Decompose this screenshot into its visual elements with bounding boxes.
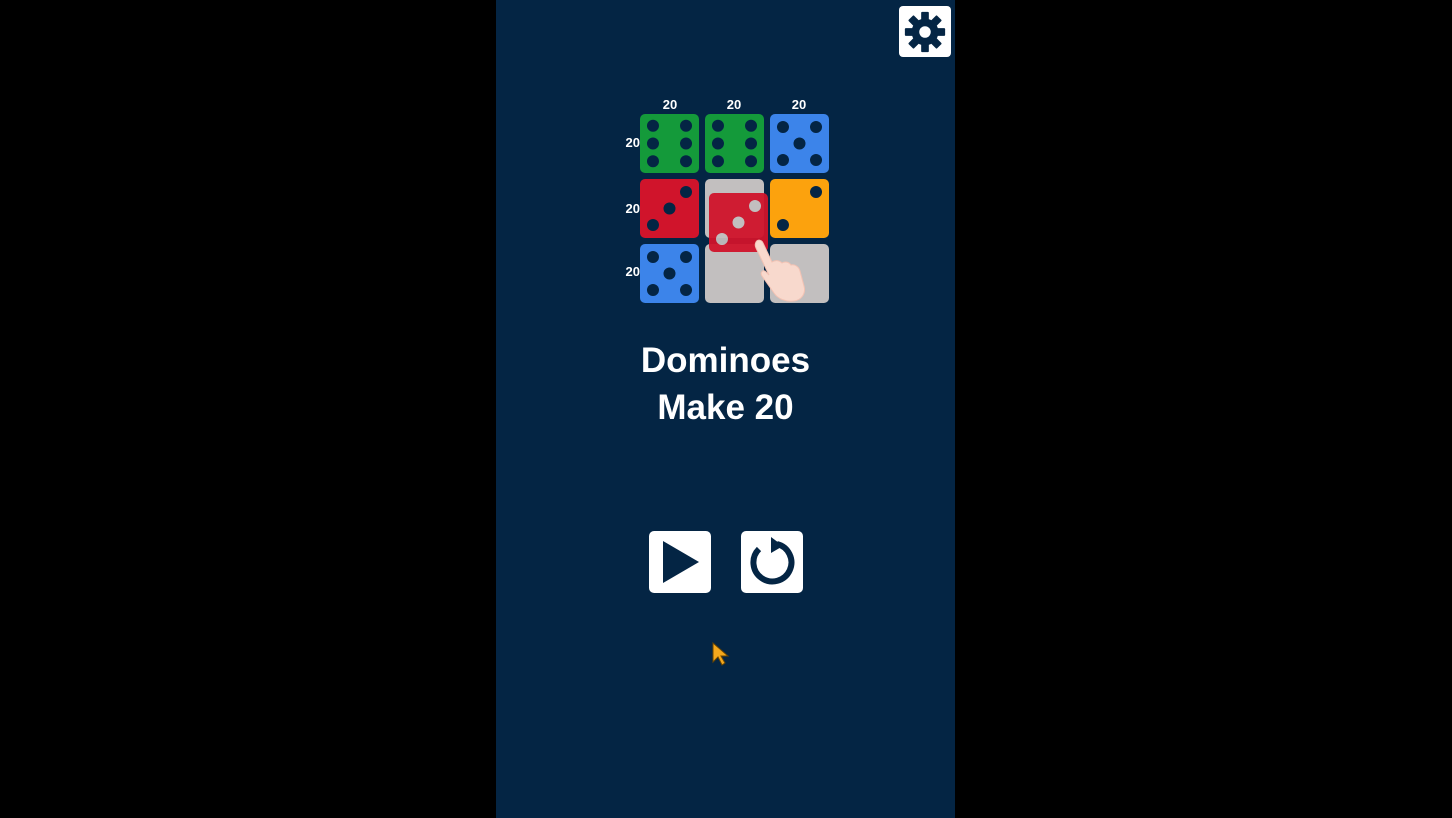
die-face — [705, 114, 764, 173]
tutorial-hand-icon — [754, 239, 805, 302]
pip — [663, 202, 676, 215]
title-line-2: Make 20 — [657, 388, 794, 427]
settings-button[interactable] — [899, 6, 951, 57]
pip — [732, 216, 745, 229]
die-face — [770, 114, 829, 173]
pip — [663, 267, 676, 280]
restart-button[interactable] — [741, 531, 803, 593]
pip — [711, 137, 724, 150]
pip — [646, 119, 659, 132]
tile-r1-c3[interactable] — [770, 114, 829, 173]
pip — [646, 155, 659, 168]
pip — [711, 155, 724, 168]
play-button[interactable] — [649, 531, 711, 593]
pip — [776, 120, 789, 133]
play-icon — [663, 541, 699, 583]
tile-r2-c1[interactable] — [640, 179, 699, 238]
gear-icon — [904, 11, 946, 52]
pip — [793, 137, 806, 150]
pip — [810, 154, 823, 167]
pip — [711, 119, 724, 132]
die-face — [640, 179, 699, 238]
pip — [680, 119, 693, 132]
row-sum-1: 20 — [625, 135, 640, 150]
row-sum-2: 20 — [625, 201, 640, 216]
restart-icon — [750, 537, 795, 585]
pip — [646, 250, 659, 263]
die-face — [640, 114, 699, 173]
pip — [745, 119, 758, 132]
pip — [680, 137, 693, 150]
tile-r2-c3[interactable] — [770, 179, 829, 238]
tile-r1-c2[interactable] — [705, 114, 764, 173]
pip — [776, 154, 789, 167]
pip — [646, 284, 659, 297]
pip — [646, 219, 659, 232]
pip — [745, 155, 758, 168]
pip — [715, 233, 728, 246]
pip — [680, 250, 693, 263]
column-sum-2: 20 — [726, 97, 742, 112]
mouse-cursor-icon — [712, 642, 730, 666]
die-face — [640, 244, 699, 303]
row-sum-3: 20 — [625, 264, 640, 279]
pip — [810, 120, 823, 133]
pip — [776, 219, 789, 232]
column-sum-3: 20 — [791, 97, 807, 112]
game-screen: 20 20 20 20 20 20 Dominoes Make 20 — [496, 0, 955, 818]
title-line-1: Dominoes — [640, 341, 811, 380]
column-sum-1: 20 — [662, 97, 678, 112]
game-title: Dominoes Make 20 — [496, 337, 955, 431]
tile-r1-c1[interactable] — [640, 114, 699, 173]
pip — [680, 284, 693, 297]
die-face — [770, 179, 829, 238]
pip — [810, 185, 823, 198]
pip — [749, 199, 762, 212]
pip — [680, 185, 693, 198]
tile-r3-c1[interactable] — [640, 244, 699, 303]
pip — [646, 137, 659, 150]
pip — [680, 155, 693, 168]
pip — [745, 137, 758, 150]
